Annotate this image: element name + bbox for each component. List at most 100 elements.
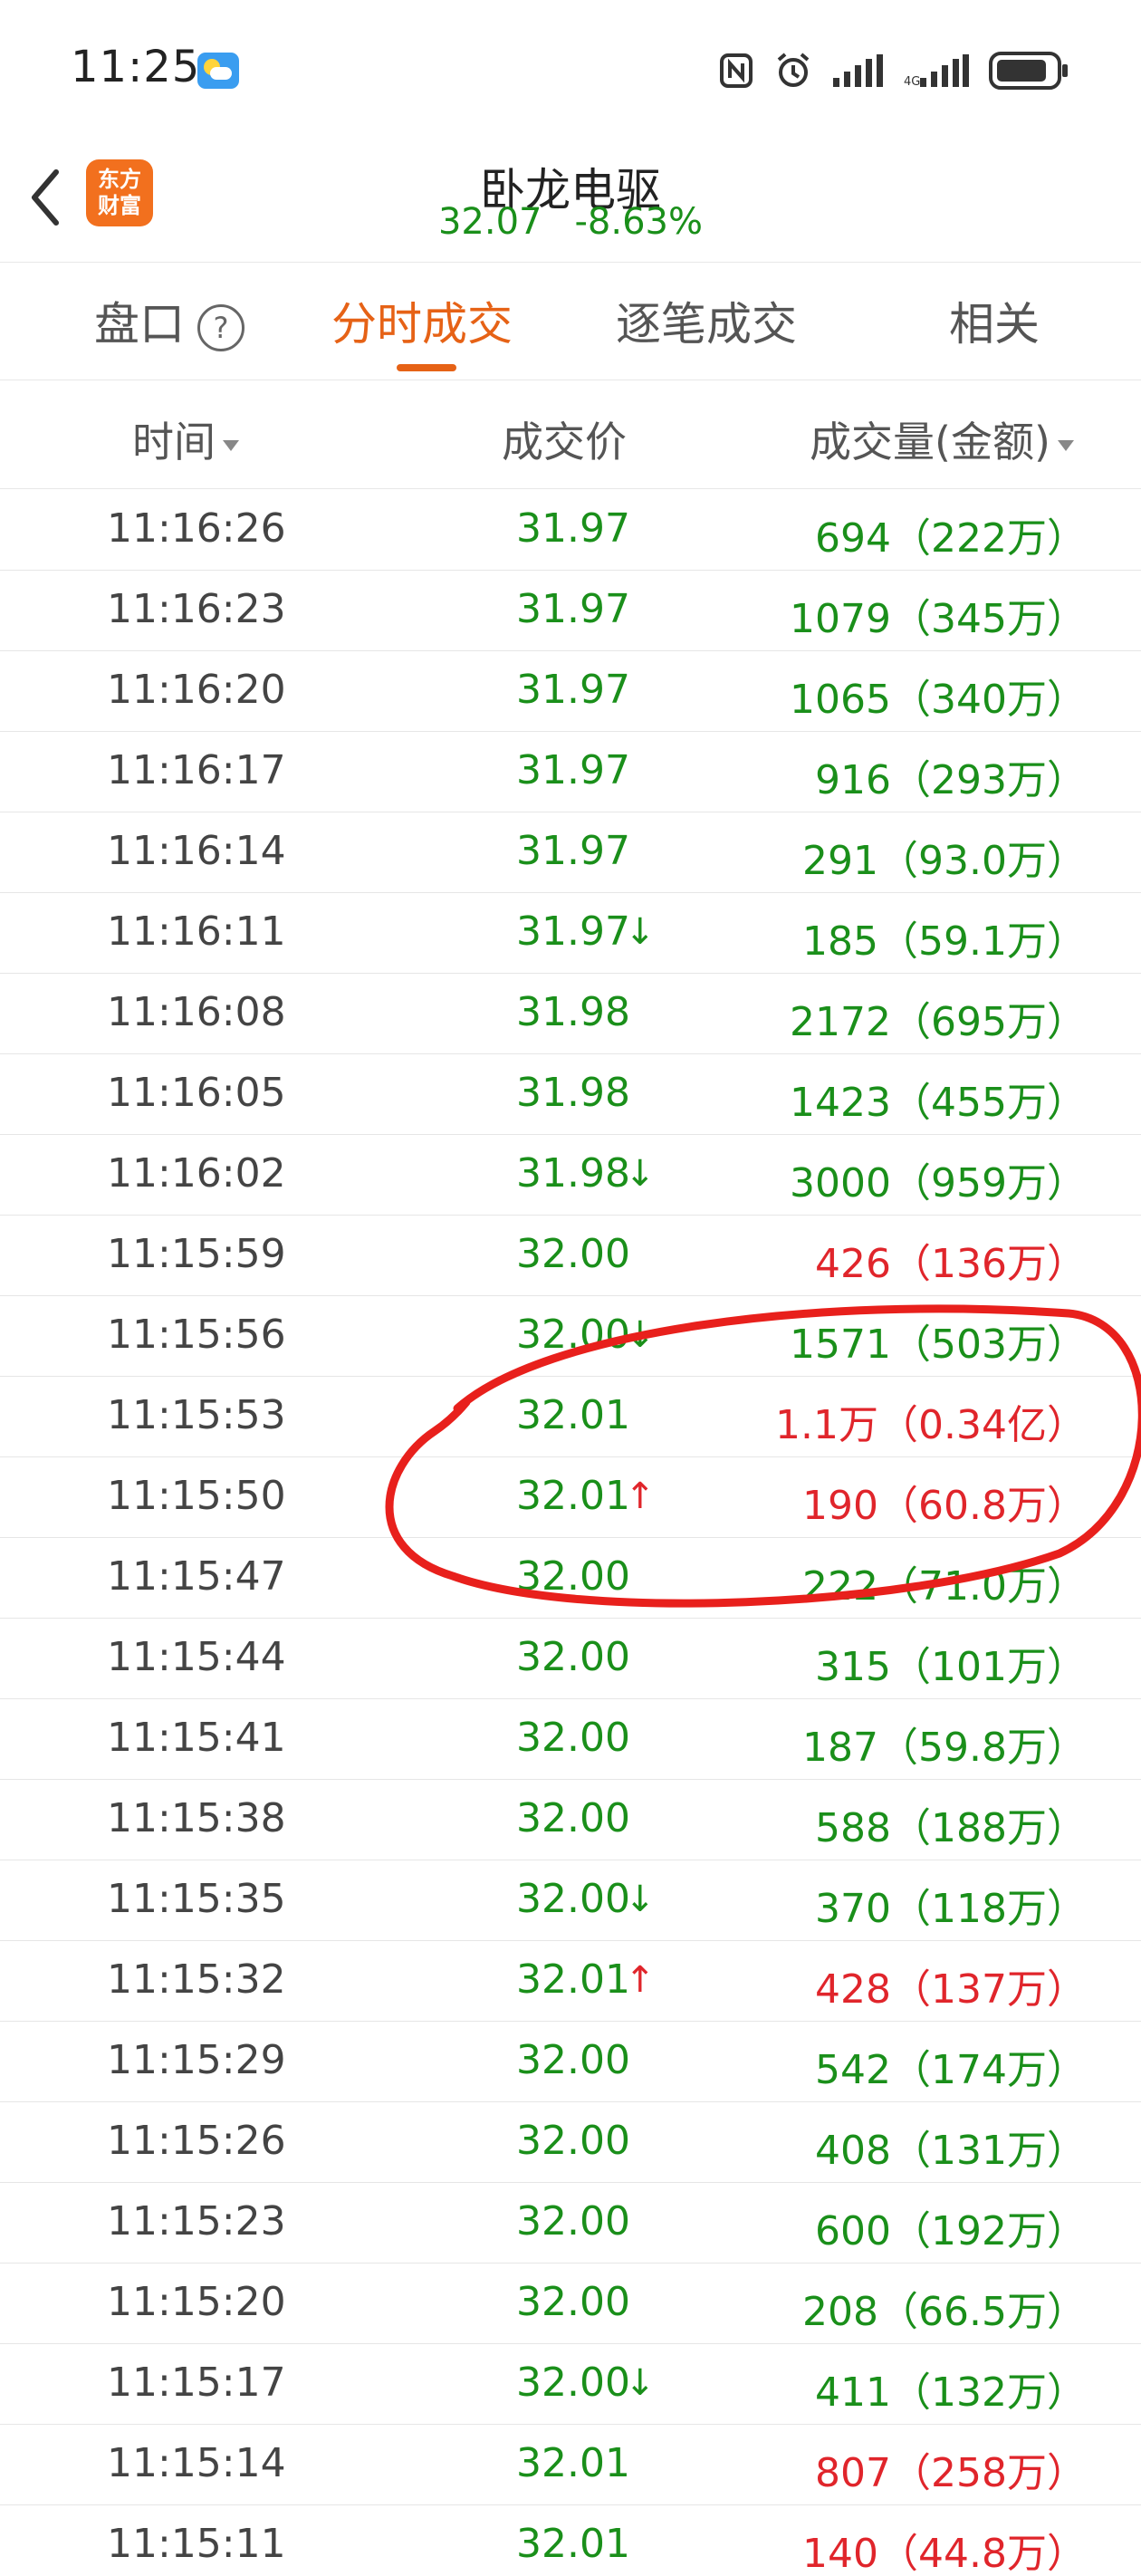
trade-row: 11:15:26 32.00 408（131万） <box>0 2102 1141 2183</box>
trade-time: 11:15:32 <box>107 1956 286 2003</box>
status-icons: 4G <box>719 49 1069 92</box>
trade-volume: 370（118万） <box>815 1886 1087 1932</box>
trade-price: 31.98 <box>516 1070 630 1116</box>
trade-row: 11:16:26 31.97 694（222万） <box>0 490 1141 571</box>
trade-price: 31.97 <box>516 667 630 713</box>
trade-price: 32.00 <box>516 1312 630 1358</box>
trade-volume: 588（188万） <box>815 1805 1087 1851</box>
tab-pankou[interactable]: 盘口? <box>94 288 244 353</box>
trade-volume: 916（293万） <box>815 757 1087 803</box>
trade-price: 31.97 <box>516 747 630 793</box>
trade-row: 11:15:35 32.00 ↓ 370（118万） <box>0 1860 1141 1941</box>
trade-time: 11:16:11 <box>107 908 286 955</box>
arrow-down-icon: ↓ <box>625 1153 656 1195</box>
tab-time-trades[interactable]: 分时成交 <box>331 288 513 353</box>
trade-price: 31.98 <box>516 989 630 1035</box>
trade-volume: 3000（959万） <box>790 1160 1087 1206</box>
column-time-label: 时间 <box>132 418 216 466</box>
trade-time: 11:15:14 <box>107 2440 286 2486</box>
trade-volume: 1571（503万） <box>790 1322 1087 1368</box>
trade-row: 11:15:53 32.01 1.1万（0.34亿） <box>0 1377 1141 1457</box>
trade-time: 11:15:38 <box>107 1795 286 1841</box>
trade-row: 11:15:20 32.00 208（66.5万） <box>0 2264 1141 2344</box>
trade-time: 11:16:02 <box>107 1150 286 1197</box>
trade-list[interactable]: 11:16:26 31.97 694（222万） 11:16:23 31.97 1079（… <box>0 490 1141 2576</box>
svg-text:4G: 4G <box>904 75 920 87</box>
trade-price: 32.01 <box>516 1392 630 1438</box>
trade-price: 32.00 <box>516 1553 630 1600</box>
trade-row: 11:16:02 31.98 ↓ 3000（959万） <box>0 1135 1141 1216</box>
trade-volume: 315（101万） <box>815 1644 1087 1690</box>
help-icon[interactable]: ? <box>197 303 244 351</box>
trade-volume: 2172（695万） <box>790 999 1087 1045</box>
sort-caret-icon <box>1057 439 1074 451</box>
trade-time: 11:16:08 <box>107 989 286 1035</box>
trade-time: 11:15:20 <box>107 2279 286 2325</box>
trade-volume: 426（136万） <box>815 1241 1087 1287</box>
tab-label: 分时成交 <box>331 298 513 351</box>
trade-price: 31.97 <box>516 828 630 874</box>
trade-volume: 694（222万） <box>815 515 1087 562</box>
trade-volume: 542（174万） <box>815 2047 1087 2093</box>
column-volume[interactable]: 成交量(金额) <box>810 409 1074 469</box>
trade-price: 31.98 <box>516 1150 630 1197</box>
trade-time: 11:15:26 <box>107 2118 286 2164</box>
arrow-down-icon: ↓ <box>625 1314 656 1356</box>
trade-time: 11:15:59 <box>107 1231 286 1277</box>
trade-price: 32.01 <box>516 2440 630 2486</box>
trade-row: 11:16:17 31.97 916（293万） <box>0 732 1141 812</box>
arrow-down-icon: ↓ <box>625 911 656 953</box>
trade-volume: 807（258万） <box>815 2450 1087 2496</box>
trade-price: 31.97 <box>516 908 630 955</box>
tab-bar: 盘口? 分时成交 逐笔成交 相关 <box>0 263 1141 380</box>
trade-volume: 185（59.1万） <box>802 918 1087 965</box>
trade-row: 11:15:23 32.00 600（192万） <box>0 2183 1141 2264</box>
nfc-icon <box>720 53 753 88</box>
status-time: 11:25 <box>71 42 201 92</box>
weather-icon <box>197 53 239 89</box>
tab-label: 盘口 <box>94 298 185 351</box>
trade-price: 32.00 <box>516 2118 630 2164</box>
tab-label: 相关 <box>949 298 1040 351</box>
column-volume-label: 成交量(金额) <box>810 418 1050 466</box>
arrow-down-icon: ↓ <box>625 2362 656 2404</box>
trade-volume: 428（137万） <box>815 1966 1087 2013</box>
trade-price: 32.01 <box>516 2521 630 2567</box>
trade-time: 11:15:47 <box>107 1553 286 1600</box>
column-price-label: 成交价 <box>502 418 627 466</box>
trade-row: 11:15:41 32.00 187（59.8万） <box>0 1699 1141 1780</box>
column-price: 成交价 <box>502 409 627 469</box>
stock-quote: 32.07 -8.63% <box>0 201 1141 243</box>
trade-row: 11:15:59 32.00 426（136万） <box>0 1216 1141 1296</box>
trade-volume: 1079（345万） <box>790 596 1087 642</box>
battery-icon <box>989 52 1068 90</box>
trade-time: 11:16:17 <box>107 747 286 793</box>
trade-volume: 600（192万） <box>815 2208 1087 2254</box>
trade-price: 32.01 <box>516 1956 630 2003</box>
tab-label: 逐笔成交 <box>616 298 797 351</box>
trade-time: 11:16:20 <box>107 667 286 713</box>
trade-price: 32.00 <box>516 1231 630 1277</box>
trade-price: 32.00 <box>516 1715 630 1761</box>
trade-price: 32.00 <box>516 2279 630 2325</box>
trade-volume: 1.1万（0.34亿） <box>775 1402 1087 1448</box>
trade-time: 11:15:23 <box>107 2198 286 2244</box>
trade-row: 11:16:05 31.98 1423（455万） <box>0 1054 1141 1135</box>
trade-row: 11:16:20 31.97 1065（340万） <box>0 651 1141 732</box>
arrow-up-icon: ↑ <box>625 1475 656 1517</box>
trade-row: 11:15:56 32.00 ↓ 1571（503万） <box>0 1296 1141 1377</box>
signal-icon-2: 4G <box>904 54 969 87</box>
trade-time: 11:15:17 <box>107 2360 286 2406</box>
trade-time: 11:16:26 <box>107 505 286 552</box>
column-header-row: 时间 成交价 成交量(金额) <box>0 380 1141 489</box>
trade-row: 11:15:11 32.01 140（44.8万） <box>0 2505 1141 2576</box>
trade-row: 11:15:32 32.01 ↑ 428（137万） <box>0 1941 1141 2022</box>
column-time[interactable]: 时间 <box>132 409 239 469</box>
tab-tick-trades[interactable]: 逐笔成交 <box>616 288 797 353</box>
signal-icon <box>833 54 883 87</box>
tab-related[interactable]: 相关 <box>949 288 1040 353</box>
trade-price: 32.00 <box>516 2360 630 2406</box>
trade-volume: 222（71.0万） <box>802 1563 1087 1610</box>
trade-price: 31.97 <box>516 505 630 552</box>
trade-time: 11:15:35 <box>107 1876 286 1922</box>
